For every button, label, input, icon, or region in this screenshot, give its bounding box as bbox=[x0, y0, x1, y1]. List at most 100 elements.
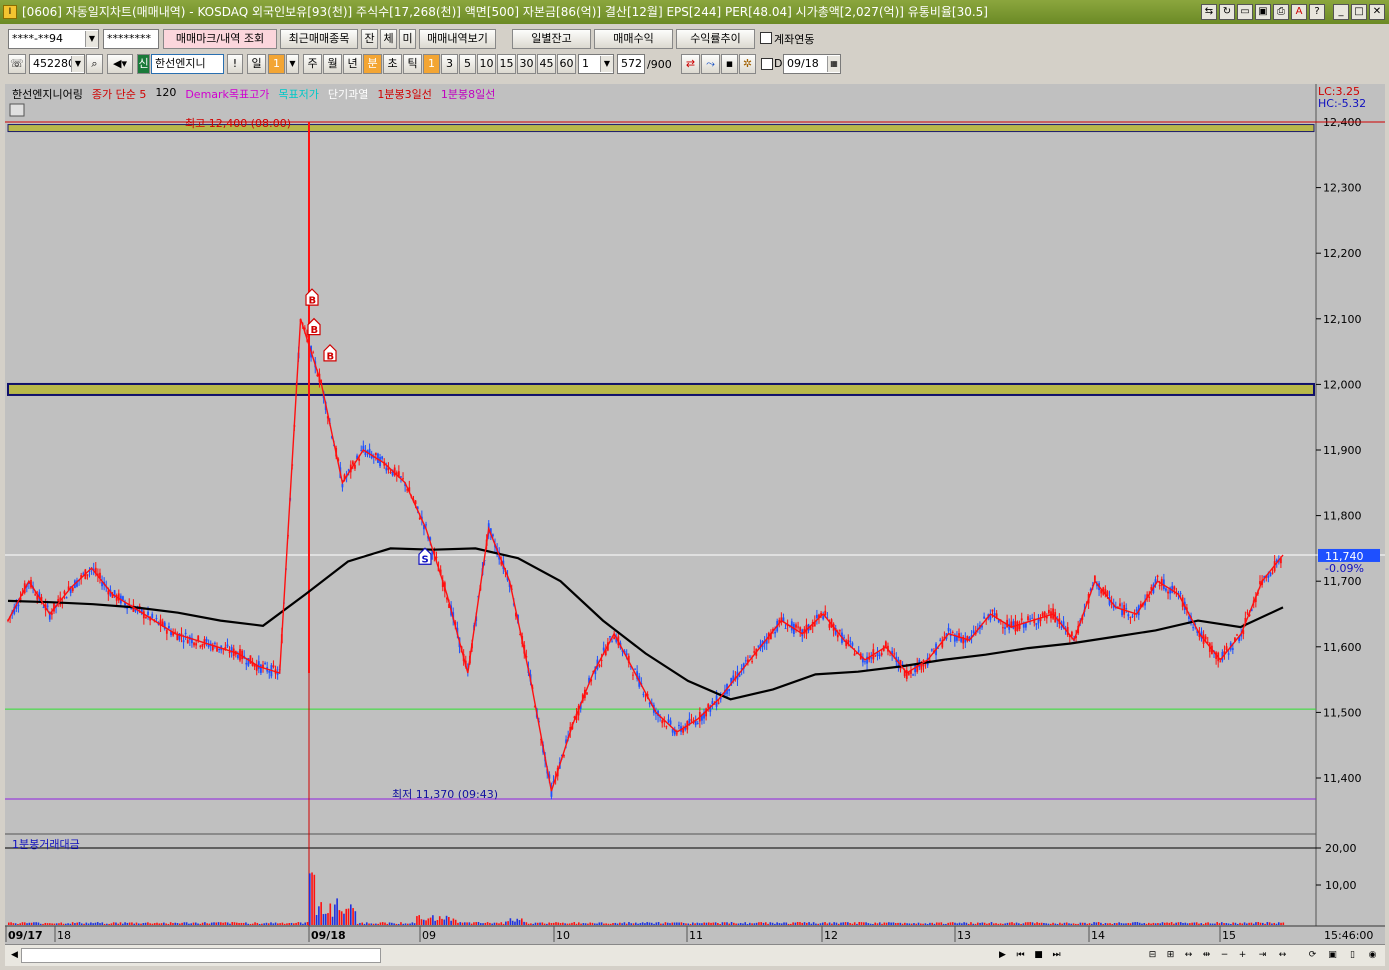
period-week[interactable]: 주 bbox=[303, 54, 322, 74]
candle-body bbox=[857, 650, 860, 652]
sync-icon[interactable]: ⟳ bbox=[1305, 948, 1320, 963]
volume-bar bbox=[1236, 923, 1239, 925]
minute-5[interactable]: 5 bbox=[459, 54, 476, 74]
volume-bar bbox=[630, 923, 633, 925]
camera-icon[interactable]: ◉ bbox=[1365, 948, 1380, 963]
trade-history-button[interactable]: 매매내역보기 bbox=[419, 29, 496, 49]
password-field[interactable]: ******** bbox=[103, 29, 159, 49]
chevron-down-icon[interactable]: ▼ bbox=[600, 56, 613, 72]
pan-icon[interactable]: ↔ bbox=[1181, 948, 1196, 963]
window-icon[interactable]: ▣ bbox=[1255, 4, 1271, 20]
compress-icon[interactable]: ⇥ bbox=[1255, 948, 1270, 963]
split-icon[interactable]: ⇹ bbox=[1199, 948, 1214, 963]
candle-body bbox=[201, 644, 204, 647]
chevron-down-icon[interactable]: ▼ bbox=[286, 54, 299, 74]
volume-bar bbox=[566, 923, 569, 925]
period-minute[interactable]: 분 bbox=[363, 54, 382, 74]
plus-icon[interactable]: + bbox=[1235, 948, 1250, 963]
minute-15[interactable]: 15 bbox=[497, 54, 516, 74]
minute-input[interactable]: 1 ▼ bbox=[578, 54, 614, 74]
print-icon[interactable]: ⎙ bbox=[1273, 4, 1289, 20]
volume-bar bbox=[334, 904, 336, 925]
chevron-down-icon[interactable]: ▼ bbox=[71, 56, 84, 72]
mark-query-button[interactable]: 매매마크/내역 조회 bbox=[163, 29, 277, 49]
volume-bar bbox=[806, 922, 808, 925]
period-tick[interactable]: 틱 bbox=[403, 54, 422, 74]
zoom-out-icon[interactable]: ⊟ bbox=[1145, 948, 1160, 963]
candle-body bbox=[939, 639, 942, 641]
chevron-down-icon[interactable]: ▼ bbox=[85, 31, 98, 47]
volume-bar bbox=[894, 923, 897, 925]
scroll-thumb[interactable] bbox=[21, 948, 381, 963]
calendar-icon[interactable]: ▦ bbox=[827, 56, 840, 72]
recent-stocks-button[interactable]: 최근매매종목 bbox=[280, 29, 358, 49]
volume-bar bbox=[30, 922, 33, 925]
stock-name-field[interactable]: 한선엔지니 bbox=[151, 54, 224, 74]
date-input[interactable]: 09/18 ▦ bbox=[783, 54, 841, 74]
save-icon[interactable]: ▪ bbox=[721, 54, 738, 74]
trade-profit-button[interactable]: 매매수익 bbox=[594, 29, 673, 49]
volume-bar bbox=[940, 922, 943, 925]
help-icon[interactable]: ? bbox=[1309, 4, 1325, 20]
legend-item-overheat: 단기과열 bbox=[327, 88, 369, 101]
stop-icon[interactable]: ■ bbox=[1031, 948, 1046, 963]
volume-bar bbox=[901, 923, 904, 925]
volume-bar bbox=[888, 922, 890, 925]
unexecuted-button[interactable]: 미 bbox=[399, 29, 416, 49]
minute-60[interactable]: 60 bbox=[557, 54, 576, 74]
period-month[interactable]: 월 bbox=[323, 54, 342, 74]
minute-1[interactable]: 1 bbox=[423, 54, 440, 74]
speaker-icon[interactable]: ◀▾ bbox=[107, 54, 133, 74]
executed-button[interactable]: 체 bbox=[380, 29, 397, 49]
last-icon[interactable]: ⏭ bbox=[1049, 948, 1064, 963]
pin-icon[interactable]: ▯ bbox=[1345, 948, 1360, 963]
volume-bar bbox=[933, 923, 936, 925]
maximize-icon[interactable]: □ bbox=[1351, 4, 1367, 20]
volume-bar bbox=[878, 922, 881, 925]
period-second[interactable]: 초 bbox=[383, 54, 402, 74]
zoom-in-icon[interactable]: ⊞ bbox=[1163, 948, 1178, 963]
count-input[interactable]: 572 bbox=[617, 54, 645, 74]
high-label: 최고 12,400 (08:00) bbox=[185, 117, 291, 130]
indicator-icon[interactable]: ⤳ bbox=[701, 54, 720, 74]
search-icon[interactable]: ⌕ bbox=[86, 54, 103, 74]
expand-icon[interactable]: ↔ bbox=[1275, 948, 1290, 963]
lock-icon[interactable]: ▣ bbox=[1325, 948, 1340, 963]
minus-icon[interactable]: − bbox=[1217, 948, 1232, 963]
minute-3[interactable]: 3 bbox=[441, 54, 458, 74]
volume-bar bbox=[1209, 923, 1212, 925]
account-link-checkbox[interactable] bbox=[760, 32, 772, 44]
stock-code-input[interactable]: 452280 ▼ bbox=[29, 54, 85, 74]
alert-icon[interactable]: ! bbox=[227, 54, 243, 74]
volume-bar bbox=[443, 919, 446, 925]
minute-30[interactable]: 30 bbox=[517, 54, 536, 74]
chart-type-icon[interactable]: ⇄ bbox=[681, 54, 700, 74]
link-icon[interactable]: ⇆ bbox=[1201, 4, 1217, 20]
yield-trend-button[interactable]: 수익률추이 bbox=[676, 29, 755, 49]
daily-balance-button[interactable]: 일별잔고 bbox=[512, 29, 591, 49]
account-select[interactable]: ****-**94 ▼ bbox=[8, 29, 99, 49]
volume-bar bbox=[562, 922, 564, 925]
period-year[interactable]: 년 bbox=[343, 54, 362, 74]
scroll-right-icon[interactable]: ▶ bbox=[995, 948, 1010, 963]
volume-bar bbox=[194, 922, 197, 925]
signal-label: B bbox=[309, 296, 317, 307]
minimize-icon[interactable]: _ bbox=[1333, 4, 1349, 20]
period-day[interactable]: 일 bbox=[247, 54, 266, 74]
scroll-left-icon[interactable]: ◀ bbox=[7, 948, 22, 963]
phone-icon[interactable]: ☏ bbox=[8, 54, 26, 74]
period-day-count[interactable]: 1 bbox=[268, 54, 285, 74]
chart-area[interactable]: 12,400 12,300 12,200 12,100 12,000 11,900 11,8… bbox=[5, 84, 1385, 944]
volume-bar bbox=[1081, 922, 1084, 925]
balance-button[interactable]: 잔 bbox=[361, 29, 378, 49]
close-icon[interactable]: ✕ bbox=[1369, 4, 1385, 20]
font-icon[interactable]: A bbox=[1291, 4, 1307, 20]
date-checkbox[interactable] bbox=[761, 58, 773, 70]
minute-10[interactable]: 10 bbox=[477, 54, 496, 74]
refresh-icon[interactable]: ↻ bbox=[1219, 4, 1235, 20]
settings-icon[interactable]: ✲ bbox=[739, 54, 756, 74]
minute-45[interactable]: 45 bbox=[537, 54, 556, 74]
screen-icon[interactable]: ▭ bbox=[1237, 4, 1253, 20]
chart-scrollbar[interactable]: ◀ ▶ ⏮ ■ ⏭ ⊟ ⊞ ↔ ⇹ − + ⇥ ↔ ⟳ ▣ ▯ ◉ bbox=[5, 944, 1385, 966]
first-icon[interactable]: ⏮ bbox=[1013, 948, 1028, 963]
